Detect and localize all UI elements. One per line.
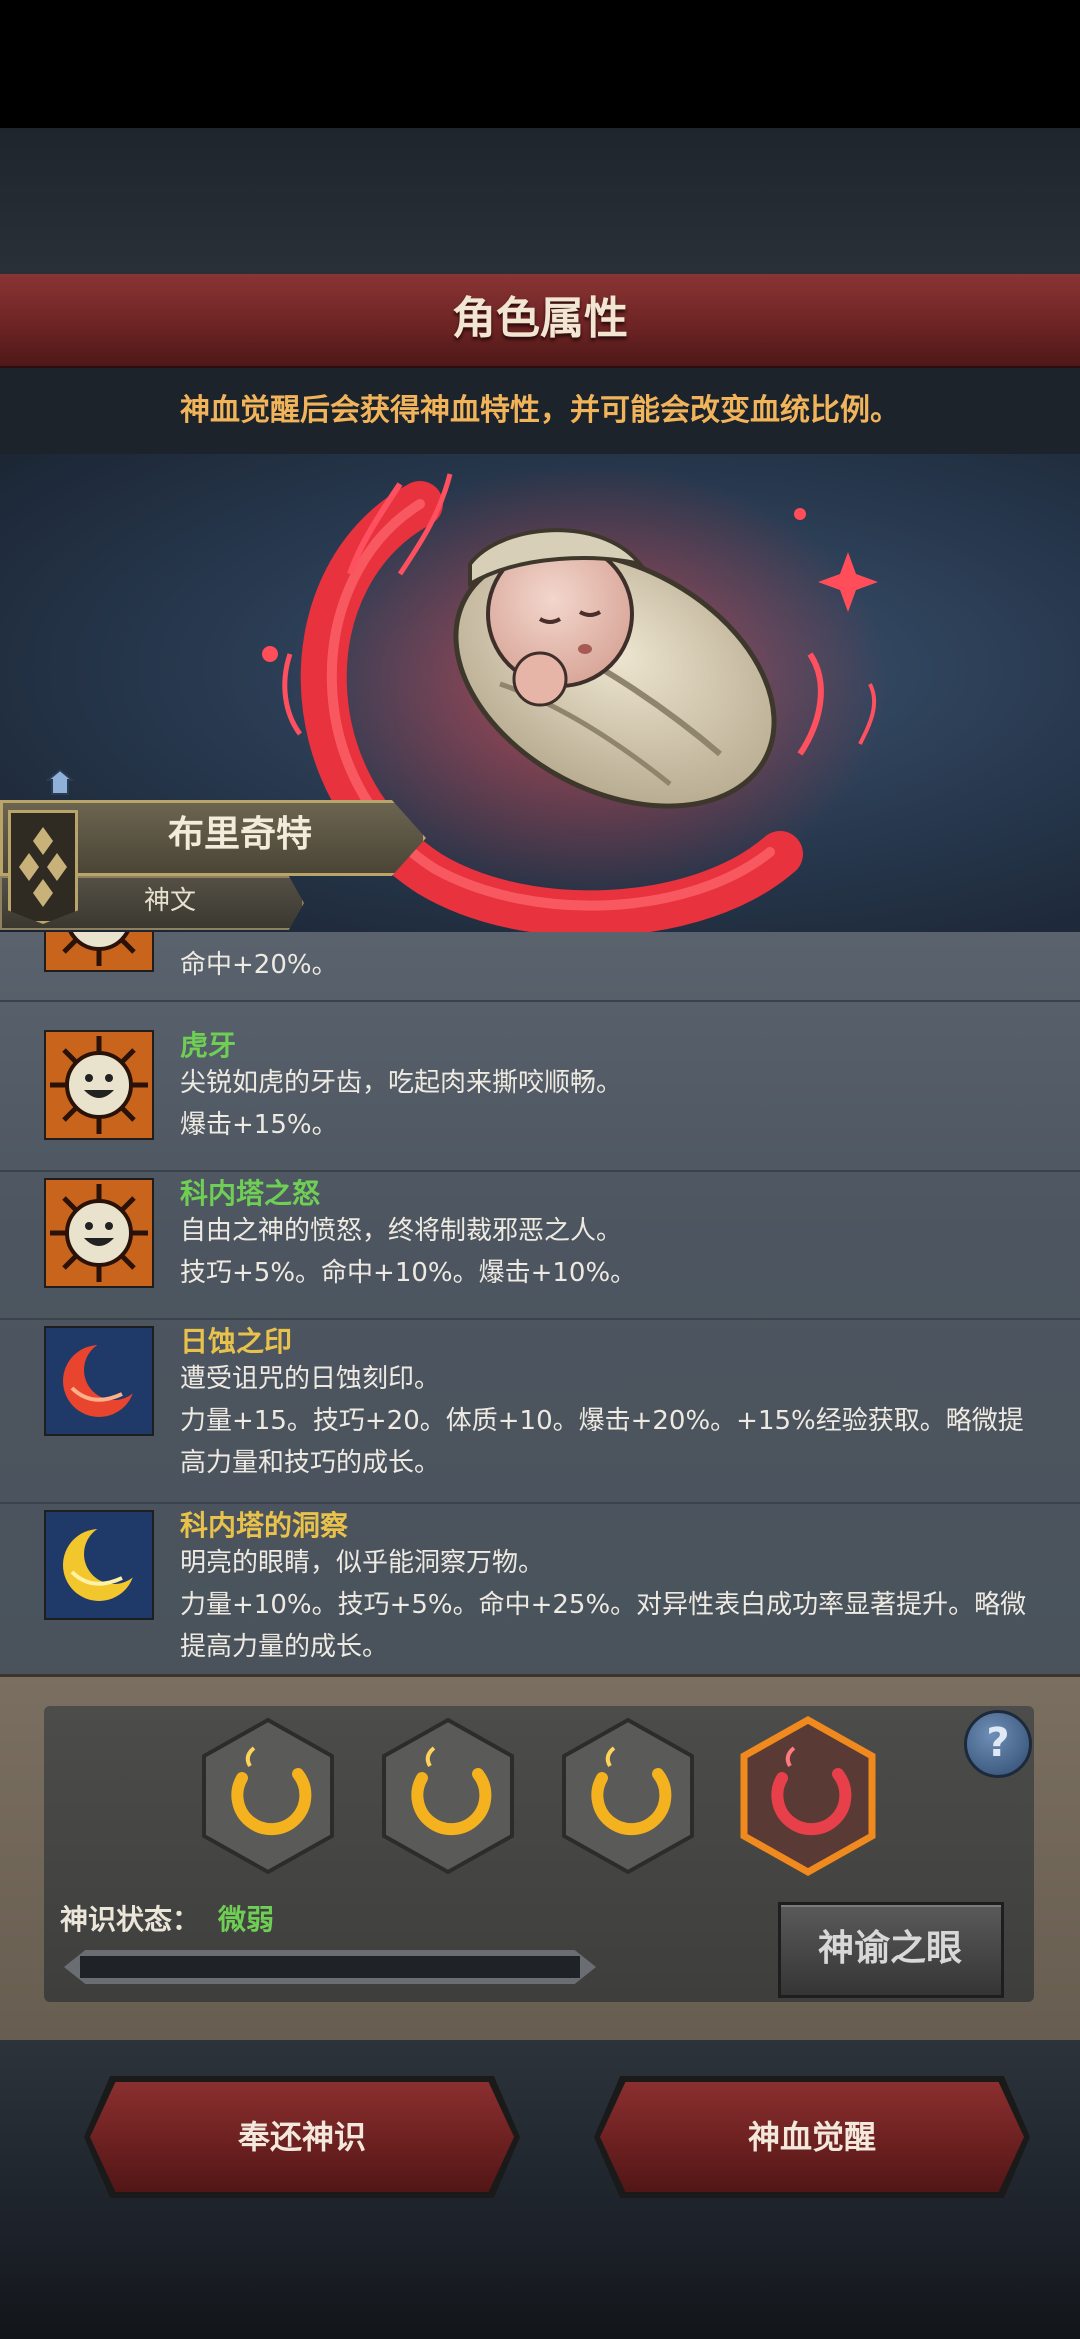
- trait-description: 自由之神的愤怒，终将制裁邪恶之人。: [180, 1216, 623, 1246]
- trait-name: 科内塔的洞察: [180, 1509, 349, 1542]
- trait-list[interactable]: 命中+20%。 虎牙 尖锐如虎的牙齿，吃起肉来撕咬顺畅。 爆击+15%。 科内塔…: [0, 932, 1080, 1674]
- trait-item: 虎牙 尖锐如虎的牙齿，吃起肉来撕咬顺畅。 爆击+15%。: [0, 1022, 1080, 1172]
- state-label: 神识状态：: [60, 1903, 201, 1936]
- trait-name: 科内塔之怒: [180, 1177, 321, 1210]
- trait-item: 科内塔之怒 自由之神的愤怒，终将制裁邪恶之人。 技巧+5%。命中+10%。爆击+…: [0, 1170, 1080, 1320]
- help-button[interactable]: ?: [964, 1710, 1032, 1778]
- red-crescent-icon: [740, 1716, 876, 1876]
- gold-crescent-icon: [44, 1510, 154, 1620]
- trait-description: 尖锐如虎的牙齿，吃起肉来撕咬顺畅。: [180, 1068, 623, 1098]
- awakening-slot[interactable]: [198, 1716, 338, 1876]
- red-crescent-icon: [44, 1326, 154, 1436]
- trait-item: 科内塔的洞察 明亮的眼睛，似乎能洞察万物。 力量+10%。技巧+5%。命中+25…: [0, 1502, 1080, 1674]
- gold-crescent-icon: [202, 1717, 334, 1875]
- gold-crescent-icon: [382, 1717, 514, 1875]
- trait-name: 虎牙: [180, 1029, 237, 1062]
- trait-effect: 爆击+15%。: [180, 1110, 338, 1140]
- awakening-slot-selected[interactable]: [738, 1716, 878, 1876]
- state-value: 微弱: [218, 1903, 275, 1936]
- hero-class: 神文: [143, 886, 196, 916]
- trait-effect: 命中+20%。: [180, 950, 338, 980]
- trait-description: 明亮的眼睛，似乎能洞察万物。: [180, 1548, 545, 1578]
- smiley-sun-icon: [44, 1030, 154, 1140]
- top-spacer: [0, 128, 1080, 274]
- blood-awaken-label[interactable]: 神血觉醒: [600, 2082, 1024, 2192]
- awakening-slot[interactable]: [378, 1716, 518, 1876]
- trait-item: 命中+20%。: [0, 932, 1080, 1002]
- trait-item: 日蚀之印 遭受诅咒的日蚀刻印。 力量+15。技巧+20。体质+10。爆击+20%…: [0, 1318, 1080, 1504]
- trait-description: 遭受诅咒的日蚀刻印。: [180, 1364, 441, 1394]
- subtitle-text: 神血觉醒后会获得神血特性，并可能会改变血统比例。: [180, 393, 900, 428]
- oracle-eye-label[interactable]: 神谕之眼: [778, 1902, 1002, 1996]
- return-awareness-label[interactable]: 奉还神识: [90, 2082, 514, 2192]
- trait-name: 日蚀之印: [180, 1325, 293, 1358]
- trait-effect: 技巧+5%。命中+10%。爆击+10%。: [180, 1258, 637, 1288]
- smiley-sun-icon: [44, 932, 154, 972]
- gold-crescent-icon: [562, 1717, 694, 1875]
- awakening-slot[interactable]: [558, 1716, 698, 1876]
- progress-track-inner: [80, 1956, 580, 1978]
- hero-name: 布里奇特: [167, 814, 312, 855]
- diamond-banner-icon: [8, 810, 78, 924]
- smiley-sun-icon: [44, 1178, 154, 1288]
- status-bar-area: [0, 0, 1080, 128]
- trait-effect: 力量+15。技巧+20。体质+10。爆击+20%。+15%经验获取。略微提高力量…: [180, 1406, 1024, 1478]
- home-icon: [45, 768, 75, 796]
- trait-effect: 力量+10%。技巧+5%。命中+25%。对异性表白成功率显著提升。略微提高力量的…: [180, 1590, 1027, 1662]
- page-title: 角色属性: [452, 293, 628, 344]
